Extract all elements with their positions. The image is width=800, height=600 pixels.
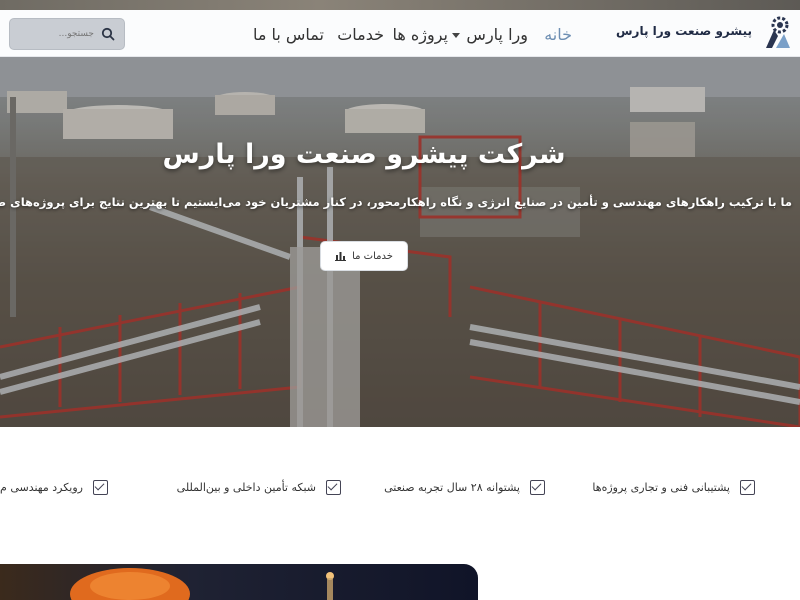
chevron-down-icon: [452, 33, 461, 38]
chart-icon: [335, 252, 347, 261]
hero-title: شرکت پیشرو صنعت ورا پارس: [162, 139, 566, 170]
engineer-image: [0, 564, 478, 600]
hero-subtitle: ما با ترکیب راهکارهای مهندسی و تأمین در …: [0, 195, 792, 209]
search-icon[interactable]: [100, 26, 116, 42]
gear-logo-icon[interactable]: [760, 14, 796, 52]
feature-item: شبکه تأمین داخلی و بین‌المللی: [177, 480, 341, 495]
features-strip: پشتیبانی فنی و تجاری پروژه‌ها پشتوانه ۲۸…: [0, 480, 800, 510]
feature-item: پشتیبانی فنی و تجاری پروژه‌ها: [592, 480, 755, 495]
brand-name[interactable]: پیشرو صنعت ورا پارس: [616, 24, 752, 38]
feature-item: رویکرد مهندسی م: [0, 480, 108, 495]
engineer-photo: [70, 568, 334, 600]
nav-services[interactable]: خدمات: [337, 25, 384, 44]
feature-label: پشتیبانی فنی و تجاری پروژه‌ها: [592, 481, 730, 494]
search-input[interactable]: [16, 25, 96, 43]
nav-contact[interactable]: تماس با ما: [253, 25, 324, 44]
feature-label: شبکه تأمین داخلی و بین‌المللی: [176, 481, 316, 494]
checkbox-check-icon: [326, 480, 341, 495]
top-image-strip: [0, 0, 800, 10]
nav-home[interactable]: خانه: [544, 25, 572, 44]
nav-projects[interactable]: پروژه ها: [392, 25, 448, 44]
feature-item: پشتوانه ۲۸ سال تجربه صنعتی: [384, 480, 545, 495]
nav-vera-pars[interactable]: ورا پارس: [452, 25, 528, 44]
navbar: پیشرو صنعت ورا پارس خانه ورا پارس پروژه …: [0, 10, 800, 57]
services-button[interactable]: خدمات ما: [320, 241, 408, 271]
checkbox-check-icon: [93, 480, 108, 495]
nav-vera-pars-label: ورا پارس: [466, 25, 528, 44]
search-box: [9, 18, 125, 50]
feature-label: رویکرد مهندسی م: [0, 481, 83, 494]
checkbox-check-icon: [740, 480, 755, 495]
services-button-label: خدمات ما: [352, 250, 393, 262]
hero-section: شرکت پیشرو صنعت ورا پارس ما با ترکیب راه…: [0, 57, 800, 427]
feature-label: پشتوانه ۲۸ سال تجربه صنعتی: [384, 481, 520, 494]
checkbox-check-icon: [530, 480, 545, 495]
